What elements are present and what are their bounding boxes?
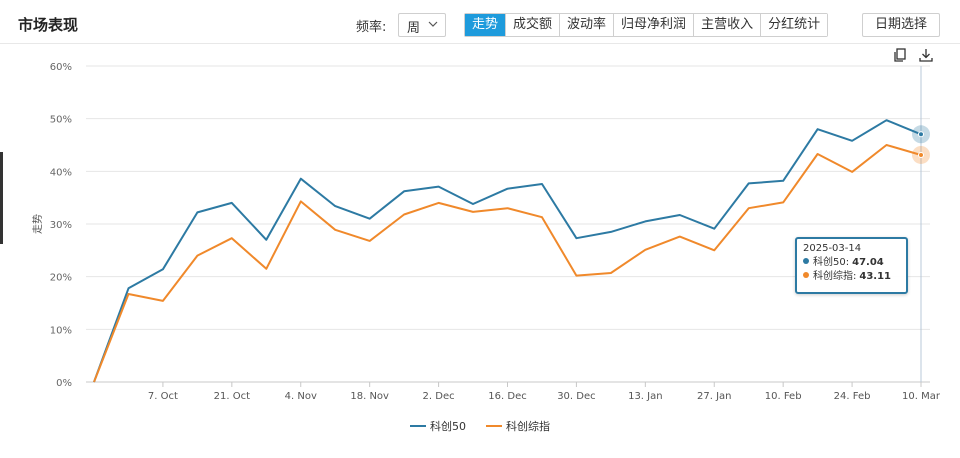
y-tick-label: 60% xyxy=(50,62,72,73)
tooltip-date: 2025-03-14 xyxy=(803,243,862,254)
tooltip-series1-value: 47.04 xyxy=(852,257,884,268)
tab-net-profit[interactable]: 归母净利润 xyxy=(614,14,695,36)
frequency-value: 周 xyxy=(407,21,421,36)
x-tick-label: 16. Dec xyxy=(488,391,526,402)
x-tick-label: 24. Feb xyxy=(834,391,871,402)
legend-item-series2[interactable]: 科创综指 xyxy=(486,418,550,434)
legend-item-series1[interactable]: 科创50 xyxy=(410,418,466,434)
tab-dividends[interactable]: 分红统计 xyxy=(761,14,828,36)
x-tick-label: 30. Dec xyxy=(557,391,595,402)
x-tick-label: 10. Feb xyxy=(765,391,802,402)
x-tick-label: 4. Nov xyxy=(285,391,317,402)
legend-label-series1: 科创50 xyxy=(430,420,466,433)
date-select-button[interactable]: 日期选择 xyxy=(862,13,940,37)
frequency-label: 频率: xyxy=(356,20,387,35)
x-tick-label: 18. Nov xyxy=(350,391,389,402)
tab-turnover[interactable]: 成交额 xyxy=(506,14,561,36)
chevron-down-icon xyxy=(428,21,438,27)
tooltip-series1-name: 科创50 xyxy=(813,257,846,268)
tooltip-series2-name: 科创综指 xyxy=(813,271,853,282)
chart-legend: 科创50 科创综指 xyxy=(0,418,960,436)
highlight-point-2 xyxy=(918,151,924,158)
x-tick-label: 21. Oct xyxy=(214,391,250,402)
highlight-point-1 xyxy=(918,131,924,138)
tab-trend[interactable]: 走势 xyxy=(465,14,507,36)
tooltip-series2-value: 43.11 xyxy=(859,271,892,282)
legend-swatch-series2 xyxy=(486,425,502,427)
series1-dot-icon xyxy=(803,258,809,264)
x-tick-label: 2. Dec xyxy=(423,391,455,402)
tab-volatility[interactable]: 波动率 xyxy=(560,14,615,36)
y-tick-label: 40% xyxy=(50,167,72,178)
tooltip-row-series2: 科创综指: 43.11 xyxy=(803,270,900,284)
y-tick-label: 0% xyxy=(56,378,72,389)
x-tick-label: 7. Oct xyxy=(148,391,178,402)
legend-label-series2: 科创综指 xyxy=(506,420,550,433)
x-tick-label: 13. Jan xyxy=(628,391,663,402)
tab-bar: 走势 成交额 波动率 归母净利润 主营收入 分红统计 xyxy=(464,13,829,37)
page-title: 市场表现 xyxy=(18,16,79,34)
tab-revenue[interactable]: 主营收入 xyxy=(694,14,762,36)
tooltip-row-series1: 科创50: 47.04 xyxy=(803,256,900,270)
series2-dot-icon xyxy=(803,272,809,278)
frequency-select[interactable]: 周 xyxy=(398,13,446,37)
title-bar: 市场表现 频率: 周 走势 成交额 波动率 归母净利润 主营收入 分红统计 日期… xyxy=(0,0,960,44)
y-tick-label: 50% xyxy=(50,115,72,126)
y-tick-label: 20% xyxy=(50,273,72,284)
legend-swatch-series1 xyxy=(410,425,426,427)
y-tick-label: 30% xyxy=(50,220,72,231)
chart-tooltip: 2025-03-14 科创50: 47.04 科创综指: 43.11 xyxy=(795,237,908,294)
x-tick-label: 27. Jan xyxy=(697,391,732,402)
y-tick-label: 10% xyxy=(50,325,72,336)
y-axis-label: 走势 xyxy=(31,214,44,234)
x-tick-label: 10. Mar xyxy=(902,391,941,402)
line-chart: 0% 10% 20% 30% 40% 50% 60% 走势 7. Oct 21. Oct 4. No… xyxy=(31,62,941,402)
